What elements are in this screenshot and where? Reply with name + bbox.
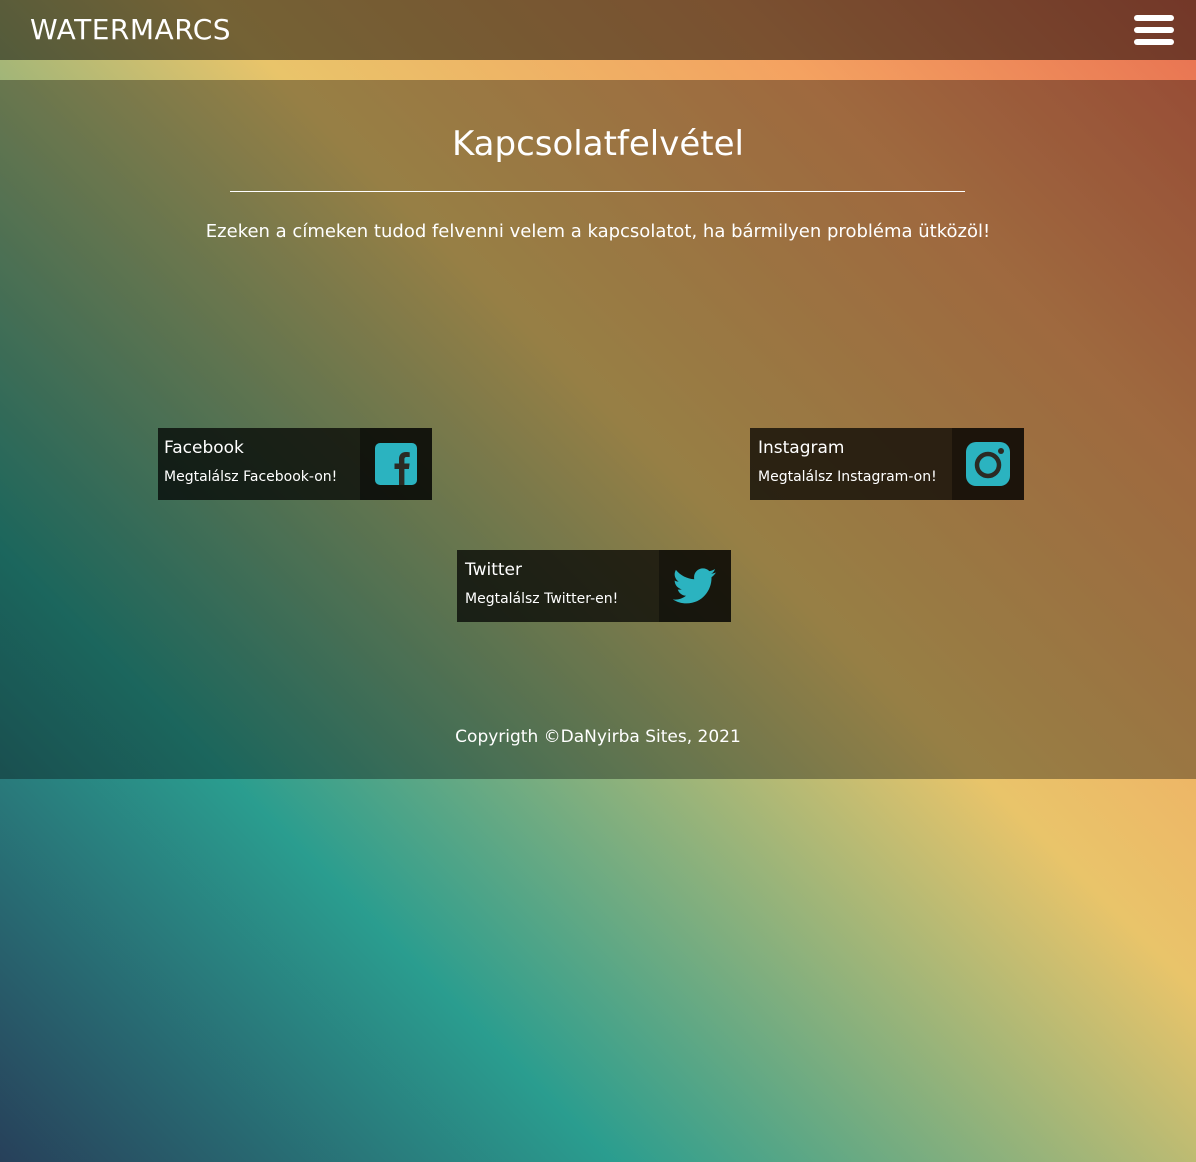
title-divider (230, 191, 965, 192)
copyright-footer: Copyrigth ©DaNyirba Sites, 2021 (455, 727, 741, 747)
facebook-card-title: Facebook (164, 438, 244, 458)
twitter-link-card[interactable]: Twitter Megtalálsz Twitter-en! (457, 550, 731, 622)
instagram-icon-box[interactable] (952, 428, 1024, 500)
facebook-card-subtitle: Megtalálsz Facebook-on! (164, 469, 338, 485)
twitter-icon (673, 568, 717, 604)
instagram-card-text: Instagram Megtalálsz Instagram-on! (758, 428, 954, 500)
intro-text: Ezeken a címeken tudod felvenni velem a … (205, 221, 991, 242)
menu-bar (1134, 15, 1174, 21)
instagram-card-subtitle: Megtalálsz Instagram-on! (758, 469, 937, 485)
instagram-icon (966, 442, 1010, 486)
facebook-icon-box[interactable] (360, 428, 432, 500)
site-brand[interactable]: WATERMARCS (30, 13, 231, 46)
twitter-icon-box[interactable] (659, 550, 731, 622)
twitter-card-subtitle: Megtalálsz Twitter-en! (465, 591, 619, 607)
page-title: Kapcsolatfelvétel (451, 124, 744, 164)
menu-bar (1134, 27, 1174, 33)
twitter-card-text: Twitter Megtalálsz Twitter-en! (465, 550, 661, 622)
top-navbar: WATERMARCS (0, 0, 1196, 60)
facebook-link-card[interactable]: Facebook Megtalálsz Facebook-on! (158, 428, 432, 500)
instagram-link-card[interactable]: Instagram Megtalálsz Instagram-on! (750, 428, 1024, 500)
facebook-card-text: Facebook Megtalálsz Facebook-on! (164, 428, 360, 500)
twitter-card-title: Twitter (465, 560, 522, 580)
contact-panel: Kapcsolatfelvétel Ezeken a címeken tudod… (0, 80, 1196, 779)
hamburger-menu-icon[interactable] (1134, 15, 1174, 45)
menu-bar (1134, 39, 1174, 45)
facebook-icon (375, 443, 417, 485)
instagram-card-title: Instagram (758, 438, 845, 458)
